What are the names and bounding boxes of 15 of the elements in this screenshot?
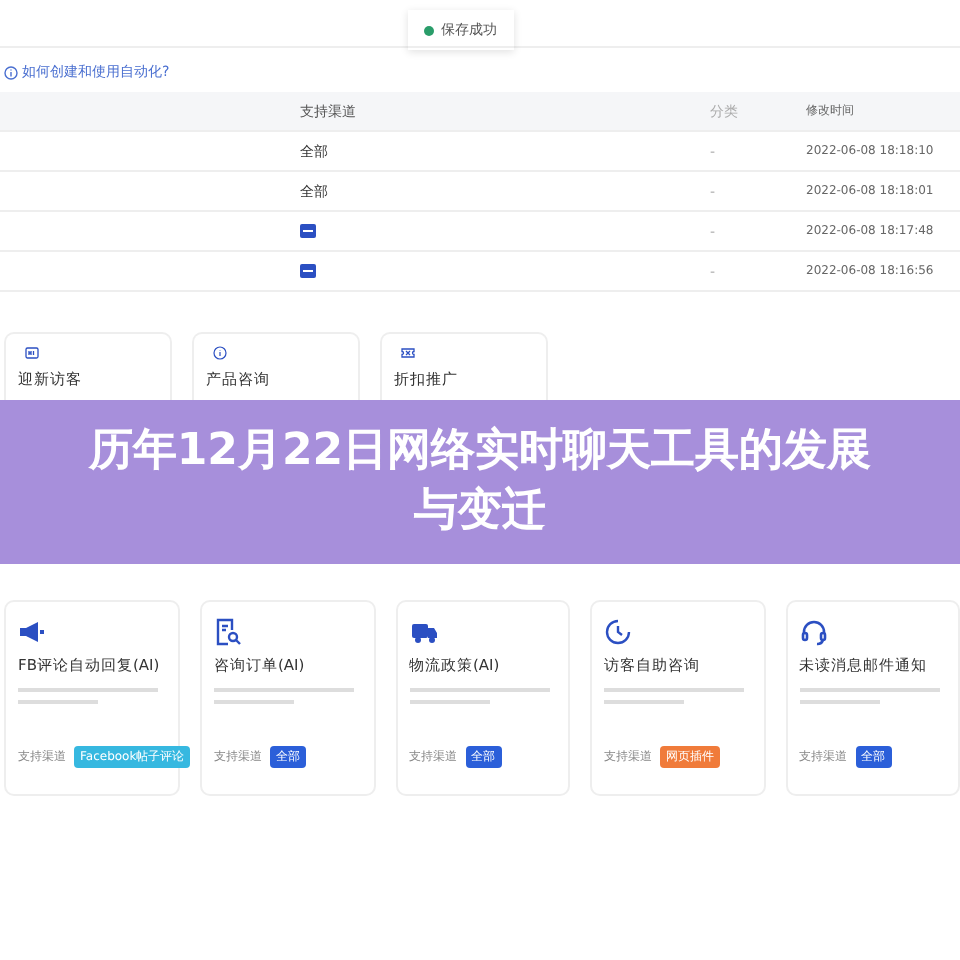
description-lines-drawing xyxy=(214,686,354,710)
description-lines-drawing xyxy=(799,686,939,710)
success-icon xyxy=(423,25,433,35)
description-lines-drawing xyxy=(604,686,744,710)
chat-icon xyxy=(300,224,316,238)
truck-icon xyxy=(409,618,437,646)
description-lines-drawing xyxy=(409,686,549,710)
document-search-icon xyxy=(214,618,242,646)
clock-icon xyxy=(604,618,632,646)
headset-icon xyxy=(799,618,827,646)
chat-icon xyxy=(300,264,316,278)
banner-title: 历年12月22日网络实时聊天工具的发展与变迁 xyxy=(86,424,874,540)
info-icon xyxy=(4,65,18,79)
description-lines-drawing xyxy=(18,686,158,710)
megaphone-icon xyxy=(18,618,46,646)
